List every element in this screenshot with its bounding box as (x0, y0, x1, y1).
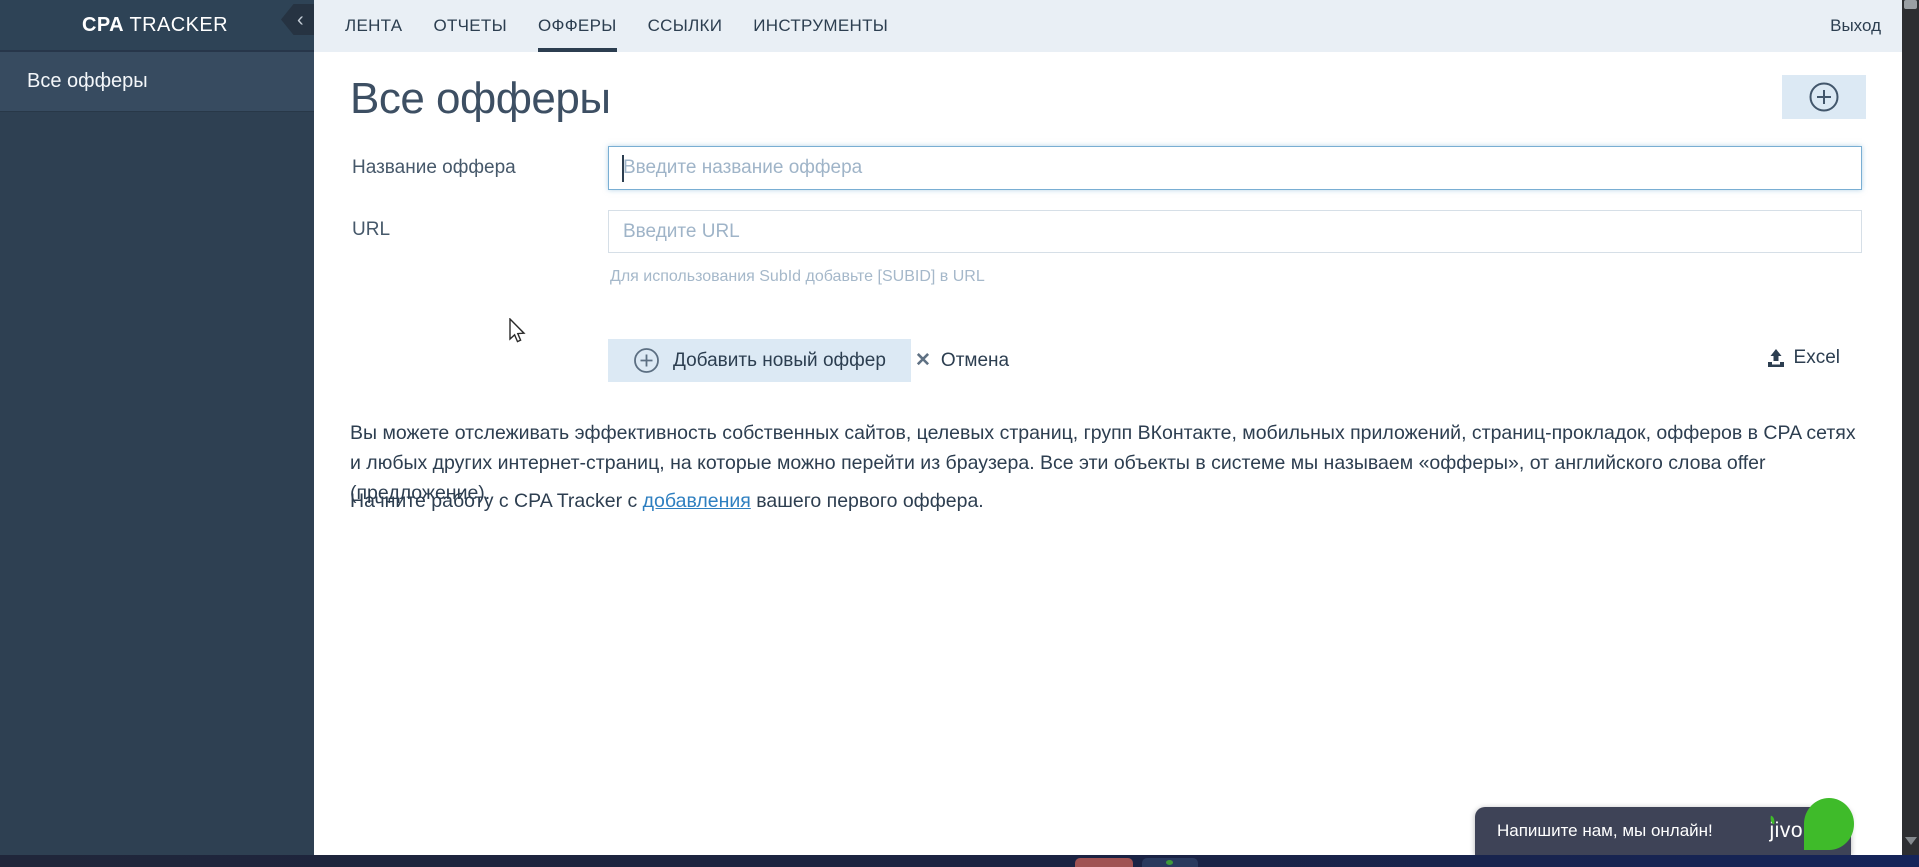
add-first-offer-link[interactable]: добавления (643, 490, 751, 512)
app-logo: CPA (82, 13, 124, 36)
cancel-label: Отмена (940, 349, 1010, 371)
text-caret (622, 155, 624, 182)
tab-label: ССЫЛКИ (647, 16, 723, 35)
leaf-icon (1804, 798, 1854, 850)
chevron-left-icon: ‹ (296, 8, 305, 31)
main-content: Все офферы Название оффера URL Для испол… (314, 52, 1902, 855)
add-new-offer-button[interactable]: Добавить новый оффер (608, 339, 911, 382)
top-navigation: ЛЕНТА ОТЧЕТЫ ОФФЕРЫ ССЫЛКИ ИНСТРУМЕНТЫ В… (314, 0, 1902, 52)
os-taskbar-strip (0, 855, 1919, 867)
excel-label: Excel (1793, 347, 1840, 368)
tab-lenta[interactable]: ЛЕНТА (345, 0, 402, 52)
chat-message: Напишите нам, мы онлайн! (1497, 821, 1713, 840)
jivo-logo: jivo (1769, 815, 1803, 843)
tab-offery[interactable]: ОФФЕРЫ (537, 0, 617, 52)
tab-label: ЛЕНТА (345, 16, 403, 35)
start-text-after: вашего первого оффера. (750, 490, 984, 512)
add-new-offer-label: Добавить новый оффер (673, 349, 886, 371)
start-paragraph: Начните работу с CPA Tracker с добавлени… (350, 490, 984, 513)
sidebar-header: CPA TRACKER ‹ (0, 0, 314, 52)
logout-link[interactable]: Выход (1830, 0, 1881, 52)
sidebar: CPA TRACKER ‹ Все офферы (0, 0, 314, 855)
offer-url-input[interactable] (608, 210, 1862, 253)
browser-scrollbar[interactable] (1902, 0, 1919, 855)
tab-otchety[interactable]: ОТЧЕТЫ (433, 0, 507, 52)
offer-name-input[interactable] (608, 146, 1862, 190)
excel-export-button[interactable]: Excel (1766, 347, 1840, 369)
sidebar-item-label: Все офферы (27, 70, 148, 92)
app-window: CPA TRACKER ‹ Все офферы ЛЕНТА ОТЧЕТЫ ОФ… (0, 0, 1919, 867)
page-title: Все офферы (350, 74, 611, 123)
url-label: URL (352, 219, 391, 240)
upload-icon (1767, 348, 1784, 367)
plus-circle-icon (1809, 82, 1839, 112)
start-text-before: Начните работу с CPA Tracker с (350, 490, 643, 512)
scrollbar-thumb[interactable] (1904, 0, 1917, 9)
close-icon: ✕ (915, 350, 931, 371)
taskbar-app-icon[interactable] (1075, 858, 1133, 867)
tab-instrumenty[interactable]: ИНСТРУМЕНТЫ (753, 0, 888, 52)
tab-label: ИНСТРУМЕНТЫ (753, 16, 889, 35)
plus-circle-icon (634, 348, 659, 373)
subid-hint: Для использования SubId добавьте [SUBID]… (610, 268, 985, 285)
tab-label: ОФФЕРЫ (537, 16, 617, 35)
taskbar-green-dot-icon (1166, 860, 1173, 865)
offer-name-label: Название оффера (352, 157, 516, 178)
tab-ssylki[interactable]: ССЫЛКИ (648, 0, 723, 52)
app-logo-rest: TRACKER (123, 13, 228, 36)
triangle-down-icon[interactable] (1905, 837, 1917, 845)
sidebar-item-all-offers[interactable]: Все офферы (0, 52, 314, 112)
taskbar-app-icon[interactable] (1142, 858, 1198, 867)
cancel-button[interactable]: ✕ Отмена (915, 339, 1009, 382)
sidebar-collapse-button[interactable]: ‹ (281, 4, 314, 35)
add-offer-toggle-button[interactable] (1782, 75, 1866, 119)
chat-widget[interactable]: Напишите нам, мы онлайн! jivo (1475, 798, 1854, 855)
tab-label: ОТЧЕТЫ (433, 16, 507, 35)
